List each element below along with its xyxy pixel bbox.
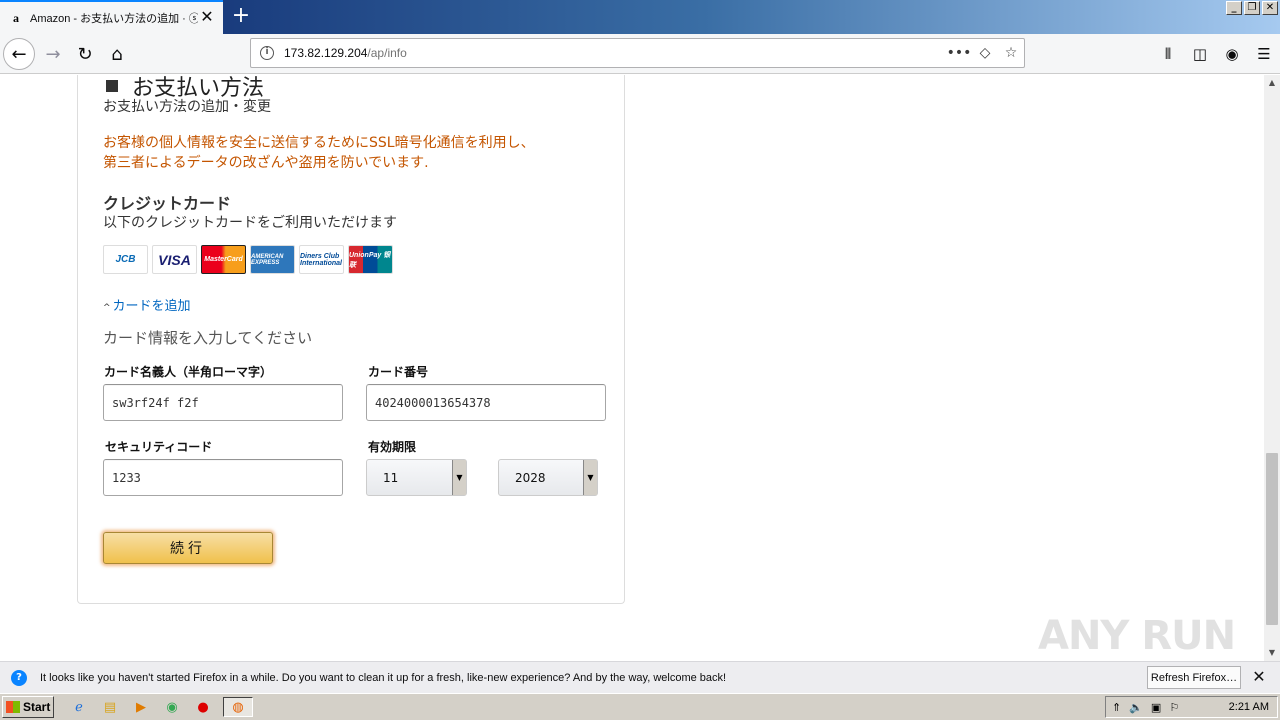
mastercard-logo-icon: MasterCard bbox=[201, 245, 246, 274]
refresh-firefox-button[interactable]: Refresh Firefox… bbox=[1147, 666, 1241, 689]
ssl-note-line2: 第三者によるデータの改ざんや盗用を防いでいます. bbox=[103, 155, 429, 171]
title-bar: a Amazon - お支払い方法の追加 · ⓢ ✕ + _ ❐ ✕ bbox=[0, 0, 1280, 34]
ie-icon[interactable]: ℯ bbox=[68, 697, 90, 717]
page-scrollbar[interactable]: ▲ ▼ bbox=[1264, 75, 1280, 661]
amazon-favicon-icon: a bbox=[13, 10, 19, 25]
visa-logo-icon: VISA bbox=[152, 245, 197, 274]
new-tab-button[interactable]: + bbox=[229, 5, 253, 29]
minimize-button[interactable]: _ bbox=[1226, 1, 1242, 15]
security-code-label: セキュリティコード bbox=[105, 440, 213, 454]
jcb-logo-icon: JCB bbox=[103, 245, 148, 274]
url-text[interactable]: 173.82.129.204/ap/info bbox=[284, 46, 946, 60]
page-viewport: お支払い方法 お支払い方法の追加・変更 お客様の個人情報を安全に送信するためにS… bbox=[0, 75, 1264, 661]
expiry-year-value: 2028 bbox=[515, 470, 546, 485]
amex-logo-icon: AMERICAN EXPRESS bbox=[250, 245, 295, 274]
dropdown-arrow-icon[interactable]: ▼ bbox=[583, 460, 597, 495]
url-bar[interactable]: i 173.82.129.204/ap/info ••• ◇ ☆ bbox=[250, 38, 1025, 68]
diners-logo-icon: Diners Club International bbox=[299, 245, 344, 274]
question-icon: ? bbox=[11, 669, 27, 686]
expiry-month-select[interactable]: 11 ▼ bbox=[366, 459, 467, 496]
page-actions-icon[interactable]: ••• bbox=[946, 45, 972, 61]
section-subtitle: お支払い方法の追加・変更 bbox=[103, 99, 271, 115]
url-path: /ap/info bbox=[367, 46, 407, 60]
tab-title: Amazon - お支払い方法の追加 · ⓢ bbox=[30, 13, 198, 25]
ssl-note: お客様の個人情報を安全に送信するためにSSL暗号化通信を利用し、 第三者によるデ… bbox=[103, 133, 603, 173]
cardholder-name-input[interactable]: sw3rf24f f2f bbox=[103, 384, 343, 421]
opera-icon[interactable]: ● bbox=[192, 697, 214, 717]
credit-card-description: 以下のクレジットカードをご利用いただけます bbox=[103, 215, 397, 231]
tray-expand-icon[interactable]: ⇑ bbox=[1112, 701, 1121, 714]
library-icon[interactable]: ⫴ bbox=[1152, 38, 1184, 70]
unionpay-logo-icon: UnionPay 银联 bbox=[348, 245, 393, 274]
account-icon[interactable]: ◉ bbox=[1216, 38, 1248, 70]
pocket-icon[interactable]: ◇ bbox=[972, 45, 998, 61]
ssl-note-line1: お客様の個人情報を安全に送信するためにSSL暗号化通信を利用し、 bbox=[103, 135, 535, 151]
clock: 2:21 AM bbox=[1228, 701, 1269, 713]
dropdown-arrow-icon[interactable]: ▼ bbox=[452, 460, 466, 495]
site-info-icon[interactable]: i bbox=[260, 46, 274, 60]
caret-up-icon: ^ bbox=[103, 303, 111, 313]
bookmark-star-icon[interactable]: ☆ bbox=[998, 45, 1024, 61]
restore-button[interactable]: ❐ bbox=[1244, 1, 1260, 15]
url-host: 173.82.129.204 bbox=[284, 46, 368, 60]
menu-icon[interactable]: ☰ bbox=[1248, 38, 1280, 70]
expiry-label: 有効期限 bbox=[368, 440, 417, 454]
notification-close-icon[interactable]: ✕ bbox=[1250, 668, 1268, 686]
bullet-square-icon bbox=[106, 80, 118, 92]
scrollbar-thumb[interactable] bbox=[1266, 453, 1278, 625]
continue-button[interactable]: 続行 bbox=[103, 532, 273, 564]
forward-button[interactable]: → bbox=[37, 38, 69, 70]
browser-tab[interactable]: a Amazon - お支払い方法の追加 · ⓢ ✕ bbox=[0, 0, 223, 34]
add-card-link[interactable]: ^ カードを追加 bbox=[103, 295, 191, 314]
firefox-notification-bar: ? It looks like you haven't started Fire… bbox=[0, 661, 1280, 693]
folder-icon[interactable]: ▤ bbox=[99, 697, 121, 717]
close-window-button[interactable]: ✕ bbox=[1262, 1, 1278, 15]
chrome-icon[interactable]: ◉ bbox=[161, 697, 183, 717]
tab-close-icon[interactable]: ✕ bbox=[199, 9, 215, 25]
window-controls: _ ❐ ✕ bbox=[1226, 1, 1278, 15]
cardholder-name-label: カード名義人（半角ローマ字） bbox=[104, 365, 273, 379]
firefox-taskbar-icon[interactable]: ◍ bbox=[223, 697, 253, 717]
card-brand-logos: JCB VISA MasterCard AMERICAN EXPRESS Din… bbox=[103, 245, 393, 274]
enter-card-info-prompt: カード情報を入力してください bbox=[103, 329, 313, 347]
reload-button[interactable]: ↻ bbox=[69, 38, 101, 70]
scroll-down-icon[interactable]: ▼ bbox=[1264, 645, 1280, 661]
add-card-label: カードを追加 bbox=[112, 299, 191, 314]
expiry-year-select[interactable]: 2028 ▼ bbox=[498, 459, 598, 496]
start-label: Start bbox=[23, 700, 51, 714]
expiry-month-value: 11 bbox=[383, 470, 399, 485]
card-number-label: カード番号 bbox=[368, 365, 429, 379]
home-button[interactable]: ⌂ bbox=[101, 38, 133, 70]
volume-icon[interactable]: 🔈 bbox=[1129, 701, 1143, 714]
action-center-flag-icon[interactable]: ⚐ bbox=[1169, 701, 1179, 714]
media-player-icon[interactable]: ▶ bbox=[130, 697, 152, 717]
card-number-input[interactable]: 4024000013654378 bbox=[366, 384, 606, 421]
sidebar-icon[interactable]: ◫ bbox=[1184, 38, 1216, 70]
network-icon[interactable]: ▣ bbox=[1151, 701, 1161, 714]
back-button[interactable]: ← bbox=[3, 38, 35, 70]
credit-card-heading: クレジットカード bbox=[103, 194, 232, 213]
quick-launch: ℯ ▤ ▶ ◉ ● ◍ bbox=[68, 697, 253, 717]
anyrun-watermark: ANY RUN bbox=[1038, 613, 1236, 659]
scroll-up-icon[interactable]: ▲ bbox=[1264, 75, 1280, 91]
start-button[interactable]: Start bbox=[2, 696, 54, 718]
notification-message: It looks like you haven't started Firefo… bbox=[40, 671, 727, 684]
toolbar-right: ⫴ ◫ ◉ ☰ bbox=[1152, 38, 1280, 70]
system-tray: ⇑ 🔈 ▣ ⚐ 2:21 AM bbox=[1105, 696, 1278, 718]
navigation-toolbar: ← → ↻ ⌂ i 173.82.129.204/ap/info ••• ◇ ☆… bbox=[0, 34, 1280, 74]
security-code-input[interactable]: 1233 bbox=[103, 459, 343, 496]
windows-taskbar: Start ℯ ▤ ▶ ◉ ● ◍ ⇑ 🔈 ▣ ⚐ 2:21 AM bbox=[0, 693, 1280, 720]
windows-logo-icon bbox=[6, 701, 20, 713]
